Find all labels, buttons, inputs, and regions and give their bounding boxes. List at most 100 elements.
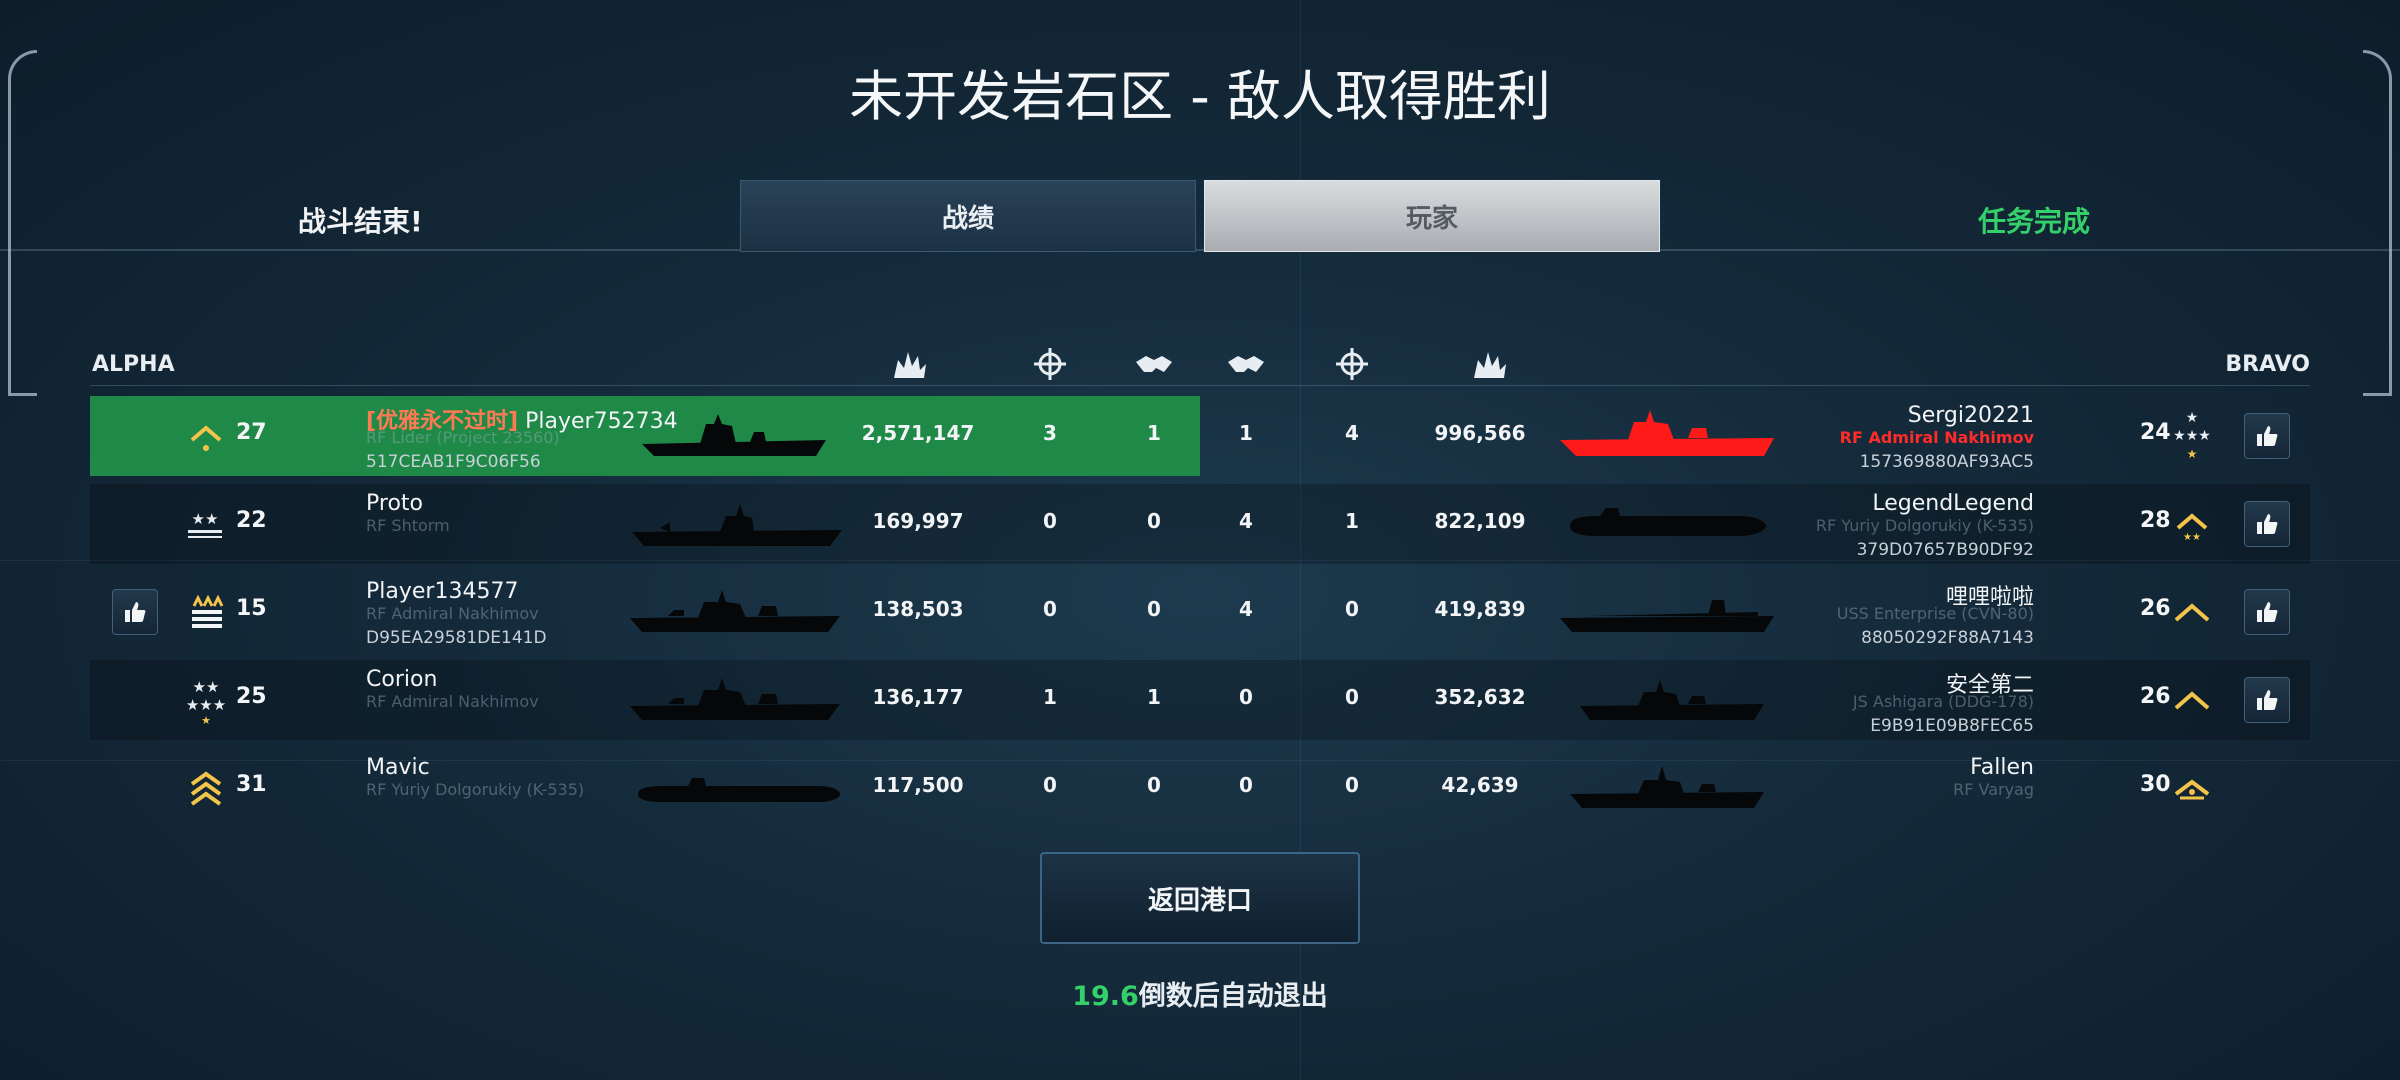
kills-value: 4 [1345, 421, 1359, 445]
player-id: D95EA29581DE141D [366, 628, 547, 648]
ship-name: RF Shtorm [366, 516, 450, 535]
ship-silhouette [1580, 680, 1764, 720]
kills-value: 1 [1345, 509, 1359, 533]
ship-silhouette [1560, 600, 1774, 632]
ship-name: RF Admiral Nakhimov [1839, 428, 2034, 447]
table-row[interactable]: 27 [优雅永不过时] Player752734 RF Lider (Proje… [90, 396, 2310, 476]
player-level: 27 [236, 420, 267, 445]
ship-silhouette [642, 414, 826, 456]
ship-name: RF Admiral Nakhimov [366, 604, 539, 623]
ship-name: RF Lider (Project 23560) [366, 428, 560, 447]
like-button[interactable] [112, 589, 158, 635]
player-name: Player134577 [366, 579, 519, 604]
damage-icon [1474, 352, 1506, 378]
svg-text:★★: ★★ [192, 510, 219, 528]
svg-text:★★: ★★ [2183, 532, 2201, 543]
return-to-port-button[interactable]: 返回港口 [1040, 852, 1360, 944]
table-row[interactable]: ★★ ★★★ ★ 25 Corion RF Admiral Nakhimov 136… [90, 660, 2310, 740]
like-button[interactable] [2244, 413, 2290, 459]
ship-silhouette [630, 678, 840, 720]
assists-icon [1228, 356, 1264, 372]
ship-silhouette [1560, 410, 1774, 456]
thumbs-up-icon [2257, 602, 2278, 622]
player-name: Mavic [366, 755, 430, 780]
player-name: Fallen [1970, 755, 2034, 780]
ship-name: JS Ashigara (DDG-178) [1852, 692, 2034, 711]
chevron-rank-icon [2174, 691, 2210, 710]
ship-silhouette [1570, 766, 1764, 808]
player-level: 22 [236, 508, 267, 533]
player-id: 517CEAB1F9C06F56 [366, 452, 541, 472]
table-row[interactable]: ★★ 22 Proto RF Shtorm 169,997 0 0 4 1 82… [90, 484, 2310, 564]
thumbs-up-icon [2257, 426, 2278, 446]
battle-over-label: 战斗结束! [298, 205, 423, 238]
player-name: Proto [366, 491, 423, 516]
thumbs-up-icon [2257, 690, 2278, 710]
chevron-rank-icon [190, 425, 222, 451]
stars-rank-icon: ★★★★★★ [186, 678, 226, 726]
page-title: 未开发岩石区 - 敌人取得胜利 [849, 65, 1551, 128]
damage-icon [894, 352, 926, 378]
table-row[interactable]: 31 Mavic RF Yuriy Dolgorukiy (K-535) 117… [90, 748, 2310, 828]
team-bravo-label: BRAVO [2225, 352, 2310, 377]
double-chevron-rank-icon [190, 771, 222, 806]
damage-value: 169,997 [872, 509, 964, 533]
chevron-rank-icon: ★★ [2176, 513, 2208, 543]
player-name: Sergi20221 [1907, 403, 2034, 428]
ship-name: RF Yuriy Dolgorukiy (K-535) [1815, 516, 2034, 535]
svg-text:★★★: ★★★ [2173, 428, 2211, 444]
two-stars-rank-icon: ★★ [188, 510, 222, 538]
header-divider [0, 249, 2400, 251]
kills-icon [1336, 348, 1368, 380]
countdown-value: 19.6 [1072, 981, 1139, 1012]
player-level: 31 [236, 772, 267, 797]
svg-text:★: ★ [201, 714, 211, 726]
like-button[interactable] [2244, 501, 2290, 547]
assists-icon [1136, 356, 1172, 372]
player-id: 157369880AF93AC5 [1859, 452, 2034, 472]
mission-complete-label: 任务完成 [1978, 205, 2091, 238]
player-level: 25 [236, 684, 267, 709]
ship-name: USS Enterprise (CVN-80) [1836, 604, 2034, 623]
damage-value: 136,177 [872, 685, 964, 709]
tab-players[interactable]: 玩家 [1204, 180, 1660, 252]
column-header-divider [90, 385, 2310, 386]
ship-name: RF Admiral Nakhimov [366, 692, 539, 711]
stars-rank-icon: ★★★★★ [2173, 410, 2211, 461]
svg-text:★★: ★★ [193, 678, 220, 696]
ship-name: RF Varyag [1953, 780, 2034, 799]
damage-value: 822,109 [1434, 509, 1526, 533]
kills-value: 0 [1345, 773, 1359, 797]
chevron-rank-icon [2174, 603, 2210, 622]
player-name: LegendLegend [1872, 491, 2034, 516]
player-id: 379D07657B90DF92 [1856, 540, 2034, 560]
damage-value: 117,500 [872, 773, 964, 797]
damage-value: 138,503 [872, 597, 964, 621]
damage-value: 352,632 [1434, 685, 1526, 709]
ship-silhouette [638, 778, 840, 802]
player-level: 15 [236, 596, 267, 621]
svg-text:★: ★ [2186, 410, 2199, 426]
tab-stats[interactable]: 战绩 [740, 180, 1196, 252]
damage-value: 2,571,147 [861, 421, 975, 445]
like-button[interactable] [2244, 589, 2290, 635]
damage-value: 996,566 [1434, 421, 1526, 445]
svg-text:★★★: ★★★ [186, 696, 226, 714]
thumbs-up-icon [2257, 514, 2278, 534]
chevron-rank-icon [2174, 779, 2210, 800]
ship-name: RF Yuriy Dolgorukiy (K-535) [366, 780, 585, 799]
damage-value: 419,839 [1434, 597, 1526, 621]
team-alpha-label: ALPHA [92, 352, 175, 377]
ship-silhouette [1570, 508, 1766, 536]
bars-rank-icon [192, 594, 224, 628]
kills-value: 0 [1345, 597, 1359, 621]
player-id: E9B91E09B8FEC65 [1870, 716, 2034, 736]
table-row[interactable]: 15 Player134577 RF Admiral Nakhimov D95E… [90, 572, 2310, 652]
svg-text:★: ★ [2187, 447, 2198, 461]
like-button[interactable] [2244, 677, 2290, 723]
thumbs-up-icon [125, 602, 146, 622]
player-id: 88050292F88A7143 [1861, 628, 2034, 648]
damage-value: 42,639 [1441, 773, 1519, 797]
kills-icon [1034, 348, 1066, 380]
countdown-text: 倒数后自动退出 [1138, 981, 1328, 1012]
